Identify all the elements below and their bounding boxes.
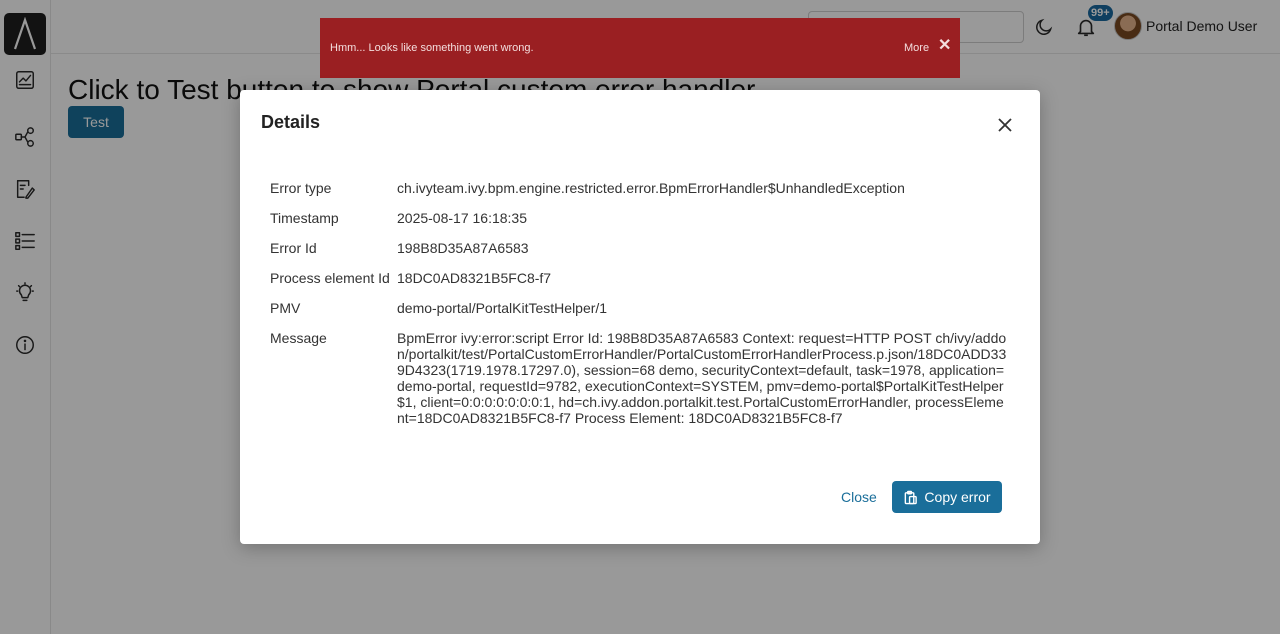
- growl-close-icon[interactable]: ✕: [938, 38, 951, 54]
- detail-row-message: Message BpmError ivy:error:script Error …: [270, 330, 1010, 426]
- copy-error-label: Copy error: [924, 489, 991, 505]
- error-notification-message: Hmm... Looks like something went wrong.: [330, 42, 534, 54]
- error-details-dialog: Details Error type ch.ivyteam.ivy.bpm.en…: [240, 90, 1040, 544]
- detail-value: ch.ivyteam.ivy.bpm.engine.restricted.err…: [397, 180, 905, 196]
- error-more-link[interactable]: More: [904, 42, 929, 54]
- detail-row-timestamp: Timestamp 2025-08-17 16:18:35: [270, 210, 1010, 226]
- clipboard-icon: [905, 490, 918, 504]
- copy-error-button[interactable]: Copy error: [892, 481, 1002, 513]
- error-details-table: Error type ch.ivyteam.ivy.bpm.engine.res…: [270, 180, 1010, 440]
- detail-label: Error type: [270, 180, 332, 196]
- detail-label: PMV: [270, 300, 301, 316]
- detail-row-error-type: Error type ch.ivyteam.ivy.bpm.engine.res…: [270, 180, 1010, 196]
- detail-value: 2025-08-17 16:18:35: [397, 210, 527, 226]
- detail-row-pmv: PMV demo-portal/PortalKitTestHelper/1: [270, 300, 1010, 316]
- detail-label: Timestamp: [270, 210, 339, 226]
- detail-value: 18DC0AD8321B5FC8-f7: [397, 270, 552, 286]
- dialog-close-icon[interactable]: [995, 115, 1015, 135]
- dialog-title: Details: [261, 112, 321, 132]
- detail-value: BpmError ivy:error:script Error Id: 198B…: [397, 330, 1007, 426]
- detail-row-error-id: Error Id 198B8D35A87A6583: [270, 240, 1010, 256]
- detail-label: Error Id: [270, 240, 317, 256]
- error-notification: Hmm... Looks like something went wrong. …: [320, 18, 960, 78]
- close-button[interactable]: Close: [841, 489, 877, 505]
- detail-label: Message: [270, 330, 327, 346]
- detail-row-process-element-id: Process element Id 18DC0AD8321B5FC8-f7: [270, 270, 1010, 286]
- detail-label: Process element Id: [270, 270, 390, 286]
- detail-value: demo-portal/PortalKitTestHelper/1: [397, 300, 608, 316]
- detail-value: 198B8D35A87A6583: [397, 240, 529, 256]
